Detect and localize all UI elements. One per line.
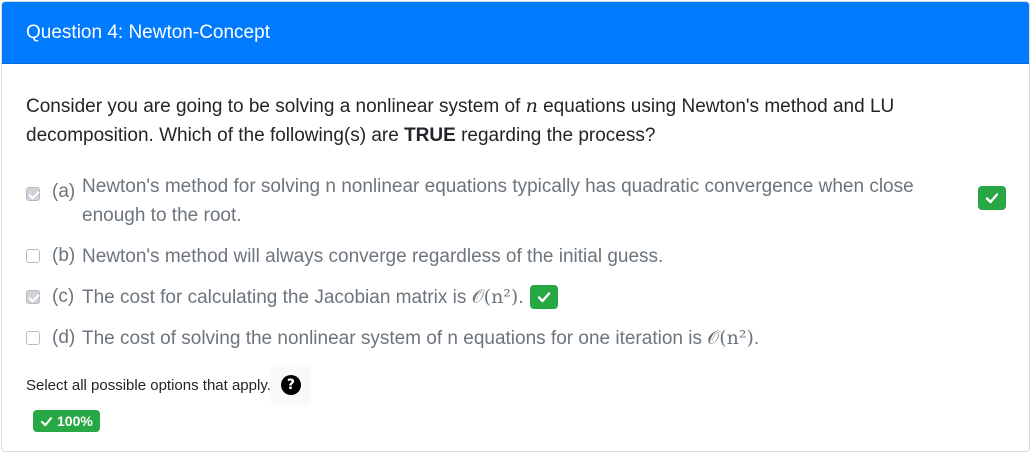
option-c-checkbox[interactable] xyxy=(26,290,40,304)
option-b-text: Newton's method will always converge reg… xyxy=(82,246,664,267)
option-a-checkbox[interactable] xyxy=(26,187,40,201)
score-label: 100% xyxy=(57,413,93,429)
option-b[interactable]: (b) Newton's method will always converge… xyxy=(26,242,1029,271)
question-header: Question 4: Newton-Concept xyxy=(2,2,1029,64)
option-b-checkbox[interactable] xyxy=(26,249,40,263)
question-card: Question 4: Newton-Concept Consider you … xyxy=(1,1,1030,452)
check-icon xyxy=(985,193,999,204)
option-d-letter: (d) xyxy=(52,327,76,348)
hint-text: Select all possible options that apply. xyxy=(26,376,271,394)
prompt-emphasis: TRUE xyxy=(404,125,456,146)
option-b-letter: (b) xyxy=(52,245,76,266)
option-a[interactable]: (a) Newton's method for solving n nonlin… xyxy=(26,172,1029,230)
prompt-text-start: Consider you are going to be solving a n… xyxy=(26,96,526,117)
option-d-math: 𝒪(n²) xyxy=(707,327,754,349)
hint-row: Select all possible options that apply. … xyxy=(26,365,1029,405)
question-title: Question 4: Newton-Concept xyxy=(26,21,270,43)
option-d-content: The cost of solving the nonlinear system… xyxy=(82,324,759,353)
option-d-suffix: . xyxy=(753,328,760,349)
prompt-variable: n xyxy=(525,95,538,117)
option-a-correct-badge xyxy=(978,186,1006,210)
option-c[interactable]: (c) The cost for calculating the Jacobia… xyxy=(26,283,1029,312)
option-d[interactable]: (d) The cost of solving the nonlinear sy… xyxy=(26,324,1029,353)
option-d-text: The cost of solving the nonlinear system… xyxy=(82,328,708,349)
option-c-letter: (c) xyxy=(52,286,75,307)
option-c-math: 𝒪(n²) xyxy=(471,286,519,308)
score-badge: 100% xyxy=(33,410,100,432)
question-circle-icon: ? xyxy=(280,375,301,395)
option-d-checkbox[interactable] xyxy=(26,331,40,345)
help-button[interactable]: ? xyxy=(270,365,311,405)
question-prompt: Consider you are going to be solving a n… xyxy=(26,92,986,150)
answer-options: (a) Newton's method for solving n nonlin… xyxy=(26,172,1029,353)
option-a-text: Newton's method for solving n nonlinear … xyxy=(82,176,914,226)
option-c-suffix: . xyxy=(518,287,524,308)
check-icon xyxy=(537,292,550,303)
prompt-text-end: regarding the process? xyxy=(455,125,656,146)
option-c-correct-badge xyxy=(529,285,558,309)
question-body: Consider you are going to be solving a n… xyxy=(2,64,1029,433)
check-icon xyxy=(40,416,53,426)
option-c-text: The cost for calculating the Jacobian ma… xyxy=(82,287,472,308)
option-a-letter: (a) xyxy=(52,181,76,202)
option-c-content: The cost for calculating the Jacobian ma… xyxy=(82,283,524,312)
